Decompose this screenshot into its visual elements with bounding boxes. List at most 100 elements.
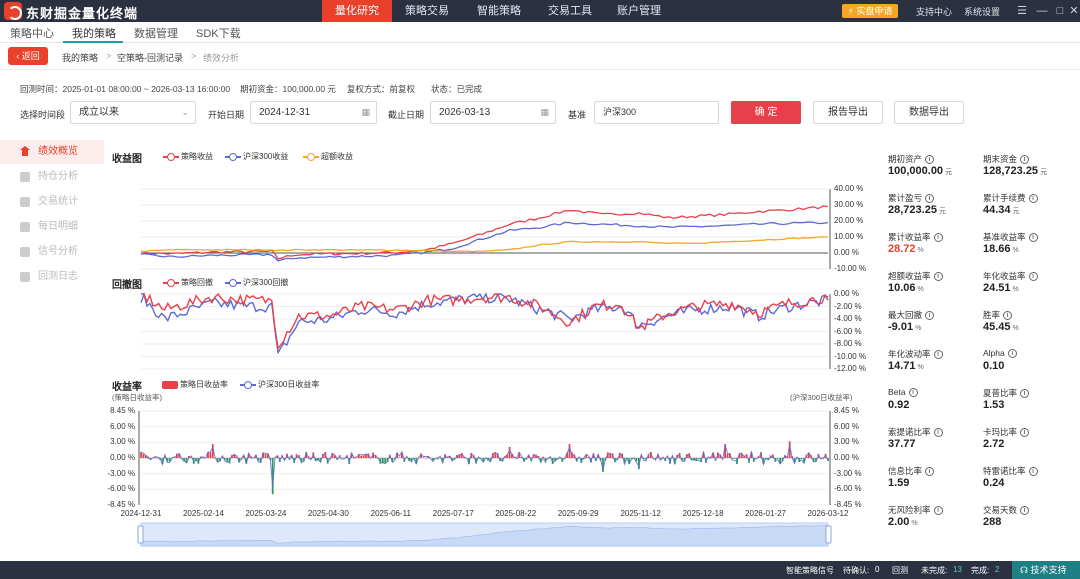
metric-label: 胜率 i [983,309,1013,321]
returns-chart [140,188,831,270]
metric-value: -9.01% [888,321,921,333]
y-tick-label: -4.00 % [834,314,862,323]
metric-value: 24.51% [983,282,1019,294]
metric-label: 特雷诺比率 i [983,465,1038,477]
pending-count[interactable]: 0 [875,565,879,574]
pending-label: 待确认: [843,566,870,575]
metric-value: 1.53 [983,399,1004,411]
y-tick-label: 3.00 % [834,437,859,447]
metric-label-text: Beta [888,387,906,397]
daily-return-bar [142,454,145,458]
metric-value: 37.77 [888,438,916,450]
metric-label-text: 超额收益率 [888,271,931,281]
x-tick-label: 2025-02-14 [182,509,224,518]
daily-return-bar [494,452,497,458]
info-icon[interactable]: i [908,388,918,398]
metric-label: 期初资产 i [888,153,935,165]
metric-label-text: 累计手续费 [983,193,1026,203]
metric-label-text: 累计盈亏 [888,193,923,203]
metric-label: 信息比率 i [888,465,935,477]
y-tick-label: -2.00 % [834,301,862,311]
info-icon[interactable]: i [1028,233,1038,243]
info-icon[interactable]: i [933,506,943,516]
metric-label: 超额收益率 i [888,270,943,282]
metric-label-text: 期初资产 [888,154,923,164]
slider-handle-right[interactable] [825,525,832,544]
x-tick-label: 2025-03-24 [245,509,287,518]
tech-support-button[interactable]: ☊ 技术支持 [1012,561,1080,579]
info-icon[interactable]: i [925,155,935,165]
metric-value: 1.59 [888,477,909,489]
info-icon[interactable]: i [1020,428,1030,438]
info-icon[interactable]: i [933,350,943,360]
metric-label: 年化收益率 i [983,270,1038,282]
metric-value: 128,723.25 元 [983,165,1047,177]
info-icon[interactable]: i [1020,506,1030,516]
daily-return-bar [425,458,427,459]
y-tick-label: -10.00 % [834,264,867,273]
info-icon[interactable]: i [925,311,935,321]
daily-return-bar [384,458,387,463]
info-icon[interactable]: i [1007,349,1017,359]
info-icon[interactable]: i [925,467,935,477]
metric-value: 28,723.25 元 [888,204,946,216]
metric-label-text: 年化波动率 [888,349,931,359]
info-icon[interactable]: i [933,272,943,282]
metric-unit: % [917,286,924,293]
info-icon[interactable]: i [1020,389,1030,399]
metric-unit: % [1012,247,1019,254]
metric-label-text: 卡玛比率 [983,427,1018,437]
metric-value-text: 128,723.25 [983,165,1039,177]
metric-value-text: 1.59 [888,477,910,489]
daily-return-bar [508,446,511,458]
info-icon[interactable]: i [925,194,935,204]
metric-label: Beta i [888,387,918,398]
info-icon[interactable]: i [1028,467,1038,477]
info-icon[interactable]: i [1020,155,1030,165]
metric-value-text: -9.01 [888,321,914,333]
metric-label: 累计收益率 i [888,231,943,243]
info-icon[interactable]: i [1028,194,1038,204]
y-tick-label: 8.45 % [110,406,135,415]
daily-return-bar [800,458,803,459]
status-bar: 智能策略信号 待确认: 0 回测 未完成: 13 完成: 2 ☊ 技术支持 [0,561,1080,579]
y-tick-label: 0.00 % [834,289,859,298]
metric-value-text: 10.06 [888,282,916,294]
finished-label: 完成: [971,566,990,575]
metric-label-text: 年化收益率 [983,271,1026,281]
info-icon[interactable]: i [1003,311,1013,321]
y-tick-label: -3.00 % [834,468,862,478]
metric-unit: % [917,247,924,254]
metric-value: 14.71% [888,360,924,372]
y-tick-label: 0.00 % [834,453,859,462]
metric-label-text: 索提诺比率 [888,427,931,437]
metric-label-text: 信息比率 [888,466,923,476]
unfinished-count[interactable]: 13 [953,565,962,574]
metric-label-text: 特雷诺比率 [983,466,1026,476]
daily-return-bar [776,458,779,459]
daily-return-bar [341,457,343,459]
metric-label: 最大回撤 i [888,309,935,321]
metric-label: 基准收益率 i [983,231,1038,243]
slider-handle-left[interactable] [137,525,144,544]
metric-value-text: 44.34 [983,204,1011,216]
y-tick-label: -8.45 % [834,500,862,509]
daily-return-bar [733,458,736,459]
daily-return-bar [422,457,425,458]
x-tick-label: 2025-07-17 [432,509,474,518]
finished-count[interactable]: 2 [995,565,999,574]
info-icon[interactable]: i [933,428,943,438]
metric-label-text: 胜率 [983,310,1001,320]
info-icon[interactable]: i [1028,272,1038,282]
info-icon[interactable]: i [933,233,943,243]
metric-label-text: 无风险利率 [888,505,931,515]
metric-value-text: 0.24 [983,477,1005,489]
metric-label: 期末资金 i [983,153,1030,165]
x-tick-label: 2025-04-30 [307,509,349,518]
metric-unit: 元 [1040,169,1048,176]
metric-label-text: 交易天数 [983,505,1018,515]
range-slider[interactable] [137,522,832,547]
metric-label: 累计盈亏 i [888,192,935,204]
metric-label: Alpha i [983,348,1017,359]
metric-unit: 元 [1012,208,1020,215]
